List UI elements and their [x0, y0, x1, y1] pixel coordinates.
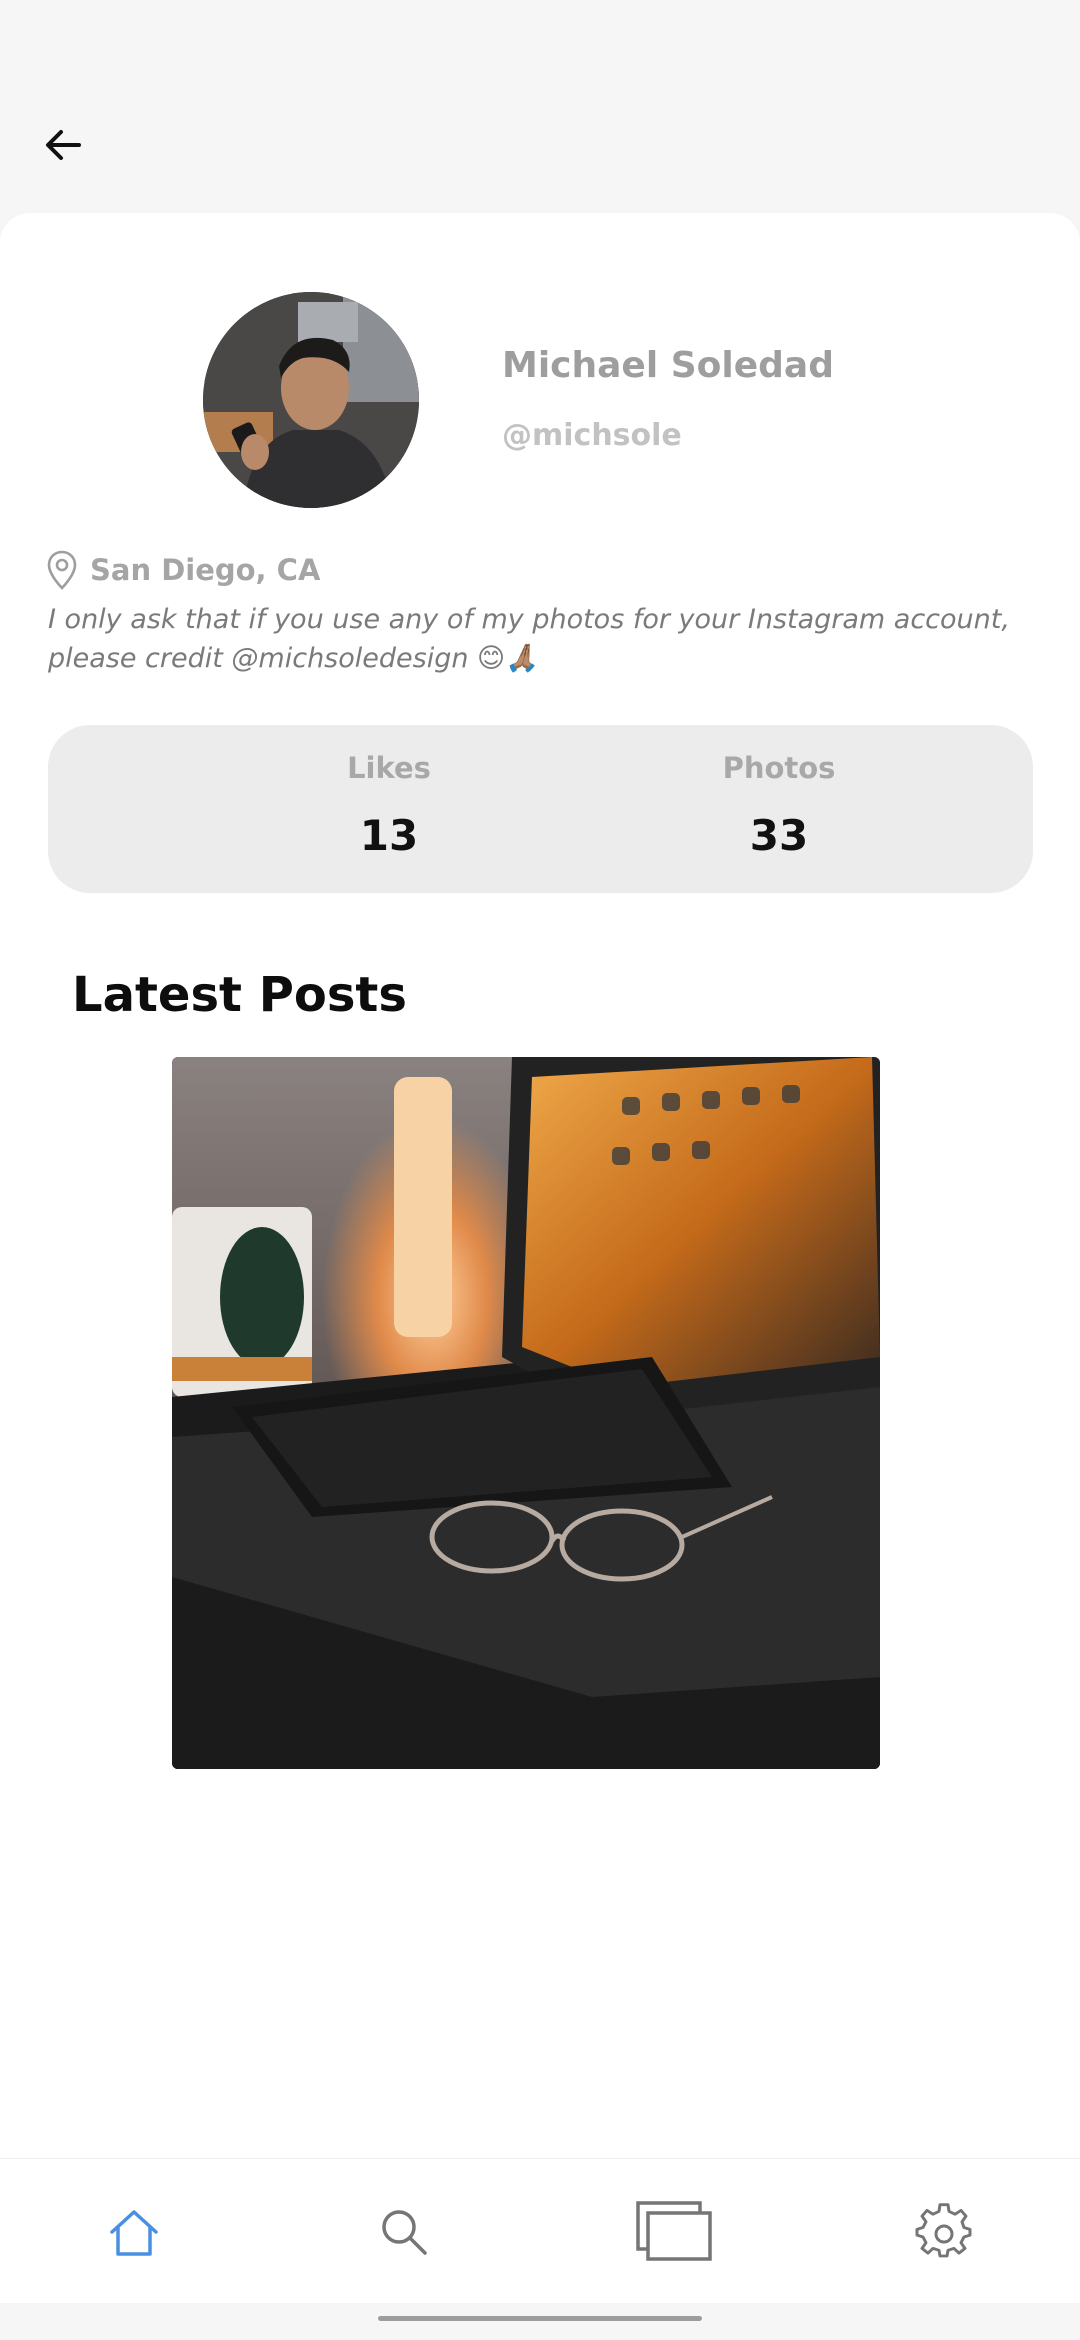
post-thumbnail[interactable]: [172, 1057, 880, 1769]
top-app-bar: [0, 0, 1080, 215]
nav-search[interactable]: [359, 2187, 449, 2277]
home-icon: [110, 2210, 158, 2256]
post-photo: [172, 1057, 880, 1769]
photos-stat[interactable]: Photos 33: [669, 751, 889, 860]
location-pin-icon: [47, 550, 77, 590]
collections-icon: [636, 2201, 712, 2261]
latest-posts-title: Latest Posts: [72, 967, 407, 1023]
nav-home[interactable]: [89, 2187, 179, 2277]
stats-panel: Likes 13 Photos 33: [48, 725, 1033, 893]
search-icon: [382, 2210, 427, 2255]
likes-label: Likes: [347, 751, 431, 785]
gesture-bar[interactable]: [378, 2316, 702, 2321]
back-button[interactable]: [28, 110, 98, 180]
profile-name: Michael Soledad: [502, 345, 834, 386]
likes-stat[interactable]: Likes 13: [279, 751, 499, 860]
avatar-photo: [203, 292, 419, 508]
gear-icon: [915, 2203, 972, 2258]
location-text: San Diego, CA: [90, 553, 321, 587]
bottom-navigation: [0, 2158, 1080, 2303]
avatar[interactable]: [203, 292, 419, 508]
location-row: San Diego, CA: [46, 550, 320, 590]
arrow-left-icon: [46, 130, 81, 160]
profile-screen: Michael Soledad @michsole San Diego, CA …: [0, 0, 1080, 2340]
nav-collections[interactable]: [629, 2187, 719, 2277]
nav-settings[interactable]: [899, 2187, 989, 2277]
profile-handle: @michsole: [502, 418, 682, 453]
likes-value: 13: [359, 811, 419, 860]
profile-bio: I only ask that if you use any of my pho…: [48, 604, 1010, 674]
photos-label: Photos: [722, 751, 836, 785]
photos-value: 33: [749, 811, 809, 860]
